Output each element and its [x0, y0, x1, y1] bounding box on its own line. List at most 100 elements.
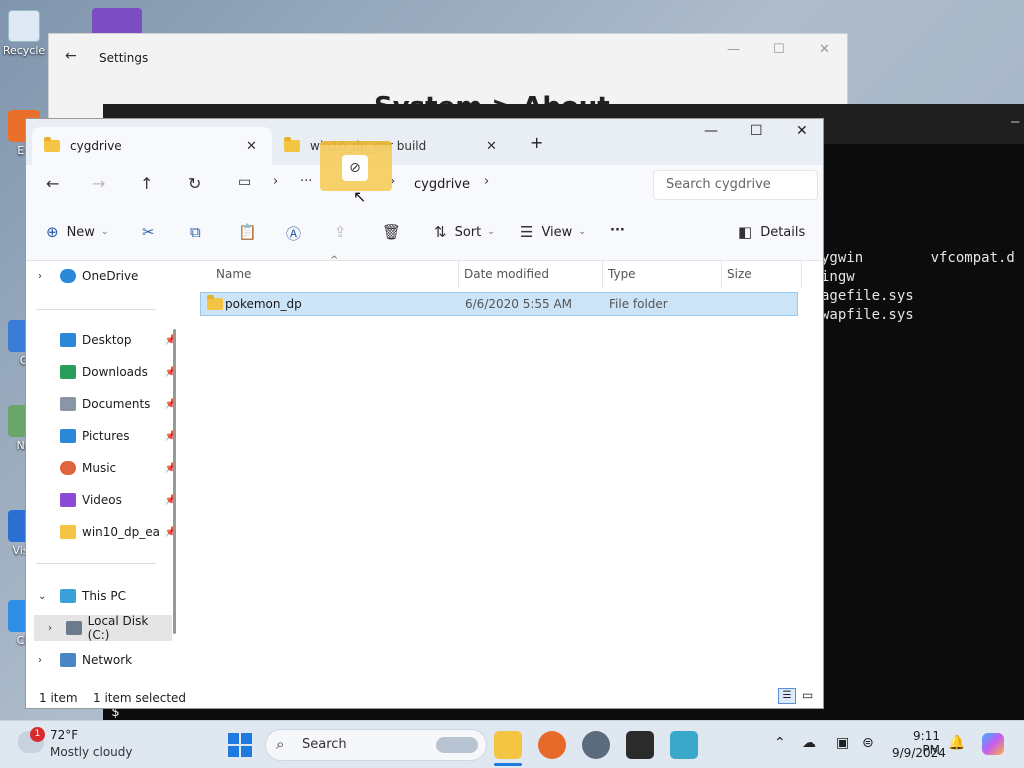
- chevron-down-icon[interactable]: ⌄: [38, 591, 46, 602]
- clock-date[interactable]: 9/9/2024: [892, 746, 946, 760]
- column-divider[interactable]: [458, 261, 459, 289]
- column-header-name[interactable]: Name: [216, 267, 251, 281]
- tab-cygdrive[interactable]: cygdrive ✕: [32, 127, 272, 165]
- sidebar-item-label: Documents: [82, 397, 151, 411]
- column-divider[interactable]: [602, 261, 603, 289]
- close-icon[interactable]: ✕: [819, 42, 830, 57]
- close-tab-icon[interactable]: ✕: [486, 139, 497, 154]
- table-row[interactable]: pokemon_dp 6/6/2020 5:55 AM File folder: [200, 292, 798, 316]
- weather-temp[interactable]: 72°F: [50, 728, 78, 742]
- view-button[interactable]: ☰ View ⌄: [520, 223, 586, 241]
- taskbar-search[interactable]: ⌕ Search: [265, 729, 487, 761]
- forward-arrow-icon[interactable]: →: [92, 174, 105, 193]
- weather-desc[interactable]: Mostly cloudy: [50, 745, 133, 759]
- new-label: New: [66, 224, 95, 240]
- refresh-icon[interactable]: ↻: [188, 174, 201, 193]
- minimize-icon[interactable]: —: [704, 123, 718, 139]
- maximize-icon[interactable]: ☐: [750, 123, 763, 139]
- sidebar-item-documents[interactable]: Documents 📌: [26, 391, 177, 417]
- visual-studio-icon[interactable]: [92, 8, 142, 36]
- view-list-icon: ☰: [520, 223, 534, 241]
- sidebar-item-pictures[interactable]: Pictures 📌: [26, 423, 177, 449]
- details-pane-icon: ◧: [738, 223, 753, 241]
- recycle-bin-icon[interactable]: Recycle: [0, 10, 48, 57]
- search-label: Search: [302, 737, 347, 752]
- rename-button[interactable]: Ⓐ: [286, 223, 309, 244]
- drag-folder-ghost: ⊘: [320, 141, 392, 191]
- file-explorer-taskbar-icon[interactable]: [494, 731, 522, 759]
- display-tray-icon[interactable]: ▣: [836, 735, 849, 751]
- column-divider[interactable]: [801, 261, 802, 289]
- column-header-size[interactable]: Size: [727, 267, 752, 281]
- folder-icon: [44, 137, 60, 152]
- close-tab-icon[interactable]: ✕: [246, 139, 257, 154]
- delete-button[interactable]: 🗑: [382, 223, 409, 241]
- share-button[interactable]: ⇪: [334, 223, 355, 241]
- details-view-icon[interactable]: ☰: [778, 688, 796, 704]
- copilot-icon[interactable]: [982, 733, 1004, 755]
- minimize-icon[interactable]: —: [1011, 114, 1019, 130]
- view-label: View: [541, 224, 573, 240]
- sidebar-item-downloads[interactable]: Downloads 📌: [26, 359, 177, 385]
- file-date: 6/6/2020 5:55 AM: [465, 297, 573, 311]
- sidebar-item-label: Music: [82, 461, 117, 475]
- onedrive-tray-icon[interactable]: ☁: [802, 735, 816, 751]
- chevron-right-icon[interactable]: ›: [48, 623, 52, 634]
- chevron-up-icon[interactable]: ⌃: [774, 735, 786, 751]
- sidebar-item-onedrive[interactable]: › OneDrive: [26, 263, 171, 289]
- file-explorer-window[interactable]: cygdrive ✕ win10_dp_ear build ✕ + — ☐ ✕ …: [25, 118, 824, 709]
- sidebar-item-localdisk[interactable]: › Local Disk (C:): [34, 614, 172, 642]
- notepad-icon[interactable]: [670, 731, 698, 759]
- terminal-icon[interactable]: [626, 731, 654, 759]
- chevron-right-icon[interactable]: ›: [38, 655, 42, 666]
- back-arrow-icon[interactable]: ←: [65, 48, 77, 64]
- new-tab-button[interactable]: +: [530, 133, 543, 152]
- paste-button[interactable]: 📋: [238, 223, 265, 241]
- sort-label: Sort: [454, 224, 482, 240]
- cut-button[interactable]: ✂: [142, 223, 163, 241]
- sidebar-item-win10-dp[interactable]: win10_dp_ea 📌: [26, 519, 177, 545]
- sidebar-item-label: Videos: [82, 493, 122, 507]
- more-options-button[interactable]: ···: [610, 223, 625, 238]
- sidebar-item-thispc[interactable]: ⌄ This PC: [26, 583, 171, 609]
- sort-button[interactable]: ⇅ Sort ⌄: [434, 223, 495, 241]
- breadcrumb-more[interactable]: ···: [300, 174, 312, 189]
- sidebar-item-label: Local Disk (C:): [87, 614, 149, 642]
- tab-bar: cygdrive ✕ win10_dp_ear build ✕ + — ☐ ✕: [26, 119, 823, 165]
- chevron-right-icon[interactable]: ›: [273, 174, 278, 189]
- chevron-right-icon[interactable]: ›: [38, 271, 42, 282]
- column-header-type[interactable]: Type: [608, 267, 636, 281]
- firefox-icon[interactable]: [538, 731, 566, 759]
- sidebar-scrollbar[interactable]: [173, 329, 176, 634]
- up-arrow-icon[interactable]: ↑: [140, 174, 153, 193]
- sidebar-item-videos[interactable]: Videos 📌: [26, 487, 177, 513]
- sidebar-item-network[interactable]: › Network: [26, 647, 171, 673]
- network-tray-icon[interactable]: ⊜: [862, 735, 874, 751]
- sidebar-item-label: OneDrive: [82, 269, 139, 283]
- divider: [36, 563, 156, 564]
- settings-gear-icon[interactable]: [582, 731, 610, 759]
- chevron-right-icon[interactable]: ›: [484, 174, 489, 189]
- minimize-icon[interactable]: —: [727, 42, 740, 57]
- copy-button[interactable]: ⧉: [190, 223, 209, 241]
- details-button[interactable]: ◧ Details: [738, 223, 805, 241]
- search-input[interactable]: Search cygdrive: [653, 170, 818, 200]
- search-icon: ⌕: [276, 735, 285, 753]
- column-divider[interactable]: [721, 261, 722, 289]
- sidebar-item-music[interactable]: Music 📌: [26, 455, 177, 481]
- breadcrumb-cygdrive[interactable]: cygdrive: [414, 177, 470, 192]
- tab-win10-build[interactable]: win10_dp_ear build ✕: [272, 127, 512, 165]
- maximize-icon[interactable]: ☐: [773, 42, 785, 57]
- tab-label: cygdrive: [70, 139, 122, 153]
- status-bar: 1 item 1 item selected ☰ ▭: [26, 684, 823, 708]
- start-button[interactable]: [228, 733, 252, 757]
- column-header-date[interactable]: Date modified: [464, 267, 549, 281]
- new-button[interactable]: ⊕ New ⌄: [46, 223, 108, 241]
- close-icon[interactable]: ✕: [796, 123, 808, 139]
- tiles-view-icon[interactable]: ▭: [802, 688, 813, 702]
- back-arrow-icon[interactable]: ←: [46, 174, 59, 193]
- sidebar-item-label: win10_dp_ea: [82, 525, 160, 539]
- notification-bell-icon[interactable]: 🔔: [948, 735, 965, 751]
- monitor-icon[interactable]: ▭: [238, 174, 251, 190]
- sidebar-item-desktop[interactable]: Desktop 📌: [26, 327, 177, 353]
